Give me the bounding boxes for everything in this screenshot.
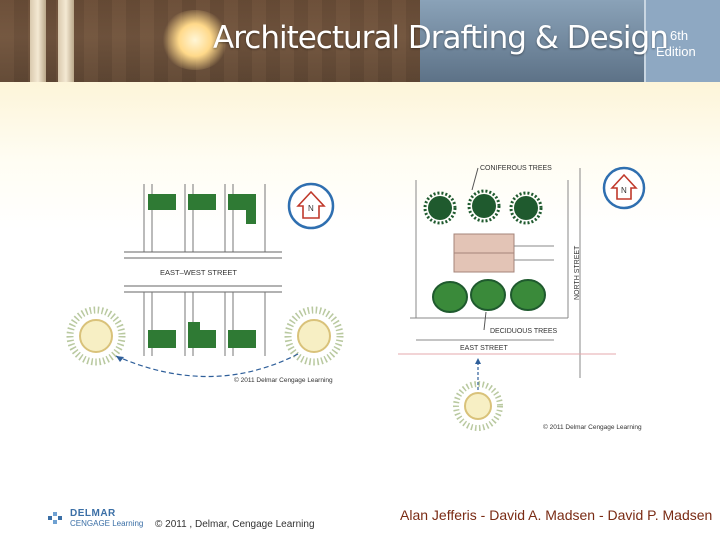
logo-delmar-text: DELMAR	[70, 508, 116, 519]
figure-sun-orientation: EAST–WEST STREET N © 2011 Delmar Cengage…	[62, 176, 352, 396]
east-street-label: EAST STREET	[460, 345, 508, 352]
coniferous-leader	[471, 167, 479, 191]
building-lower-1	[148, 330, 176, 348]
figure-right-drawing: CONIFEROUS TREES NORTH STREET DECIDUOUS …	[398, 165, 646, 431]
sun-direction-arrowhead-icon	[475, 358, 481, 364]
book-title: Architectural Drafting & Design	[213, 20, 669, 56]
building-upper-3	[228, 194, 256, 224]
logo-cengage-text: CENGAGE Learning	[70, 519, 144, 528]
deciduous-tree-icon	[432, 281, 468, 313]
header-porch-column	[58, 0, 74, 82]
header-banner: Architectural Drafting & Design 6th Edit…	[0, 0, 720, 82]
coniferous-tree-icon	[467, 189, 501, 223]
building-lower-2	[188, 322, 216, 348]
sun-icon	[284, 306, 344, 366]
sun-icon	[66, 306, 126, 366]
building-lower-3	[228, 330, 256, 348]
coniferous-tree-icon	[423, 191, 457, 225]
figure-left-copyright: © 2011 Delmar Cengage Learning	[234, 376, 333, 384]
north-arrow-icon: N	[287, 182, 335, 230]
north-label: N	[308, 204, 314, 213]
deciduous-leader	[483, 311, 487, 331]
header-porch-column	[30, 0, 46, 82]
deciduous-trees-label: DECIDUOUS TREES	[490, 328, 557, 335]
sun-icon	[453, 381, 503, 431]
north-arrow-icon: N	[602, 166, 646, 210]
edition-word: Edition	[656, 44, 696, 59]
figure-tree-placement: CONIFEROUS TREES NORTH STREET DECIDUOUS …	[398, 160, 662, 435]
sun-path-arrow	[115, 353, 299, 378]
footer-copyright: © 2011 , Delmar, Cengage Learning	[155, 519, 315, 530]
coniferous-tree-icon	[509, 191, 543, 225]
cengage-logo-icon	[48, 512, 62, 524]
figure-left-drawing: EAST–WEST STREET N © 2011 Delmar Cengage…	[66, 182, 344, 384]
deciduous-tree-icon	[470, 279, 506, 311]
building-upper-1	[148, 194, 176, 210]
footer-authors: Alan Jefferis - David A. Madsen - David …	[400, 507, 713, 523]
building-upper-2	[188, 194, 216, 210]
deciduous-tree-icon	[510, 279, 546, 311]
north-label: N	[621, 186, 627, 195]
east-west-street-label: EAST–WEST STREET	[160, 268, 237, 277]
figure-right-copyright: © 2011 Delmar Cengage Learning	[543, 423, 642, 431]
edition-number: 6th	[670, 28, 689, 43]
north-street-label: NORTH STREET	[574, 245, 581, 300]
sun-path-arrowhead-icon	[116, 356, 124, 362]
coniferous-trees-label: CONIFEROUS TREES	[480, 165, 552, 172]
